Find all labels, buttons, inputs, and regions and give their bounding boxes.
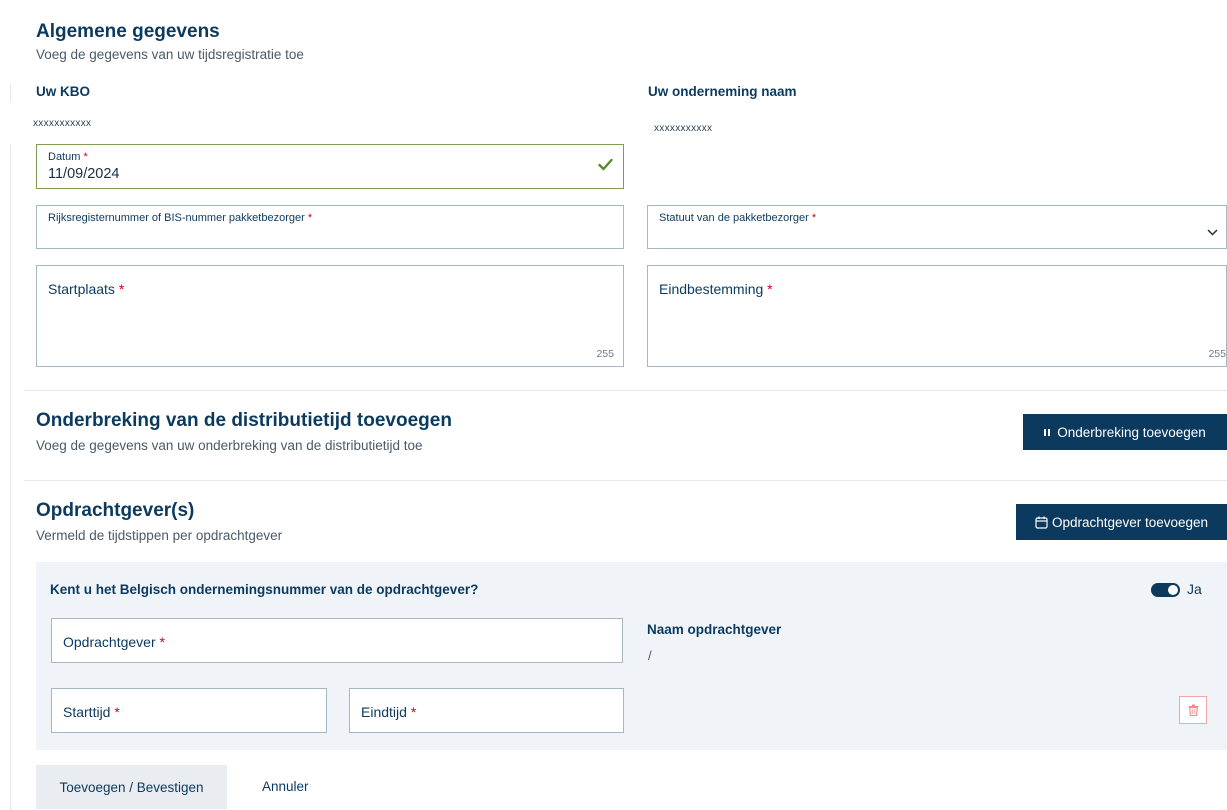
section-title-clients: Opdrachtgever(s) (36, 500, 195, 521)
company-name-value: xxxxxxxxxxx (654, 123, 713, 134)
calendar-icon (1035, 516, 1048, 529)
pause-icon (1044, 428, 1051, 436)
cancel-link[interactable]: Annuler (262, 779, 309, 794)
start-location-textarea[interactable]: Startplaats * 255 (36, 265, 624, 367)
checkmark-icon (598, 158, 613, 176)
add-client-button[interactable]: Opdrachtgever toevoegen (1016, 504, 1227, 540)
destination-label: Eindbestemming * (659, 281, 773, 297)
section-divider-2 (24, 480, 1227, 481)
national-register-number-field[interactable]: Rijksregisternummer of BIS-nummer pakket… (36, 205, 624, 249)
client-name-label: Naam opdrachtgever (647, 622, 782, 637)
section-subtitle-clients: Vermeld de tijdstippen per opdrachtgever (36, 528, 283, 543)
add-client-button-label: Opdrachtgever toevoegen (1051, 514, 1209, 530)
start-location-label: Startplaats * (48, 281, 125, 297)
left-guide-line-top (10, 84, 11, 102)
national-register-number-label: Rijksregisternummer of BIS-nummer pakket… (48, 212, 313, 224)
start-time-label: Starttijd * (63, 704, 120, 720)
enterprise-number-question: Kent u het Belgisch ondernemingsnummer v… (50, 582, 479, 597)
end-time-label: Eindtijd * (361, 704, 417, 720)
section-subtitle-interruption: Voeg de gegevens van uw onderbreking van… (36, 438, 423, 453)
kbo-value: xxxxxxxxxxx (33, 118, 92, 129)
client-name-value: / (648, 648, 652, 663)
start-location-char-counter: 255 (596, 348, 614, 360)
section-divider (24, 390, 1227, 391)
trash-icon (1188, 704, 1199, 716)
company-name-label: Uw onderneming naam (648, 84, 797, 99)
end-time-input[interactable]: Eindtijd * (349, 688, 624, 733)
date-field-value: 11/09/2024 (48, 166, 120, 182)
section-subtitle-general: Voeg de gegevens van uw tijdsregistratie… (36, 47, 304, 62)
client-panel: Kent u het Belgisch ondernemingsnummer v… (36, 562, 1227, 750)
courier-statute-label: Statuut van de pakketbezorger * (659, 212, 817, 224)
courier-statute-select[interactable]: Statuut van de pakketbezorger * (647, 205, 1227, 249)
add-interruption-button-label: Onderbreking toevoegen (1057, 424, 1206, 440)
add-interruption-button[interactable]: Onderbreking toevoegen (1023, 414, 1227, 450)
toggle-label: Ja (1187, 581, 1202, 597)
section-title-interruption: Onderbreking van de distributietijd toev… (36, 410, 452, 431)
client-input[interactable]: Opdrachtgever * (51, 618, 623, 663)
confirm-button[interactable]: Toevoegen / Bevestigen (36, 765, 227, 809)
date-field-label: Datum * (48, 151, 88, 163)
section-title-general: Algemene gegevens (36, 21, 220, 42)
enterprise-number-toggle[interactable] (1151, 583, 1180, 597)
date-field[interactable]: Datum * 11/09/2024 (36, 144, 624, 189)
start-time-input[interactable]: Starttijd * (51, 688, 327, 733)
delete-client-button[interactable] (1179, 696, 1207, 724)
destination-char-counter: 255 (1208, 348, 1226, 360)
destination-textarea[interactable]: Eindbestemming * 255 (647, 265, 1227, 367)
client-input-label: Opdrachtgever * (63, 634, 165, 650)
left-guide-line-main (10, 145, 11, 810)
chevron-down-icon[interactable] (1207, 223, 1218, 241)
kbo-label: Uw KBO (36, 84, 90, 99)
